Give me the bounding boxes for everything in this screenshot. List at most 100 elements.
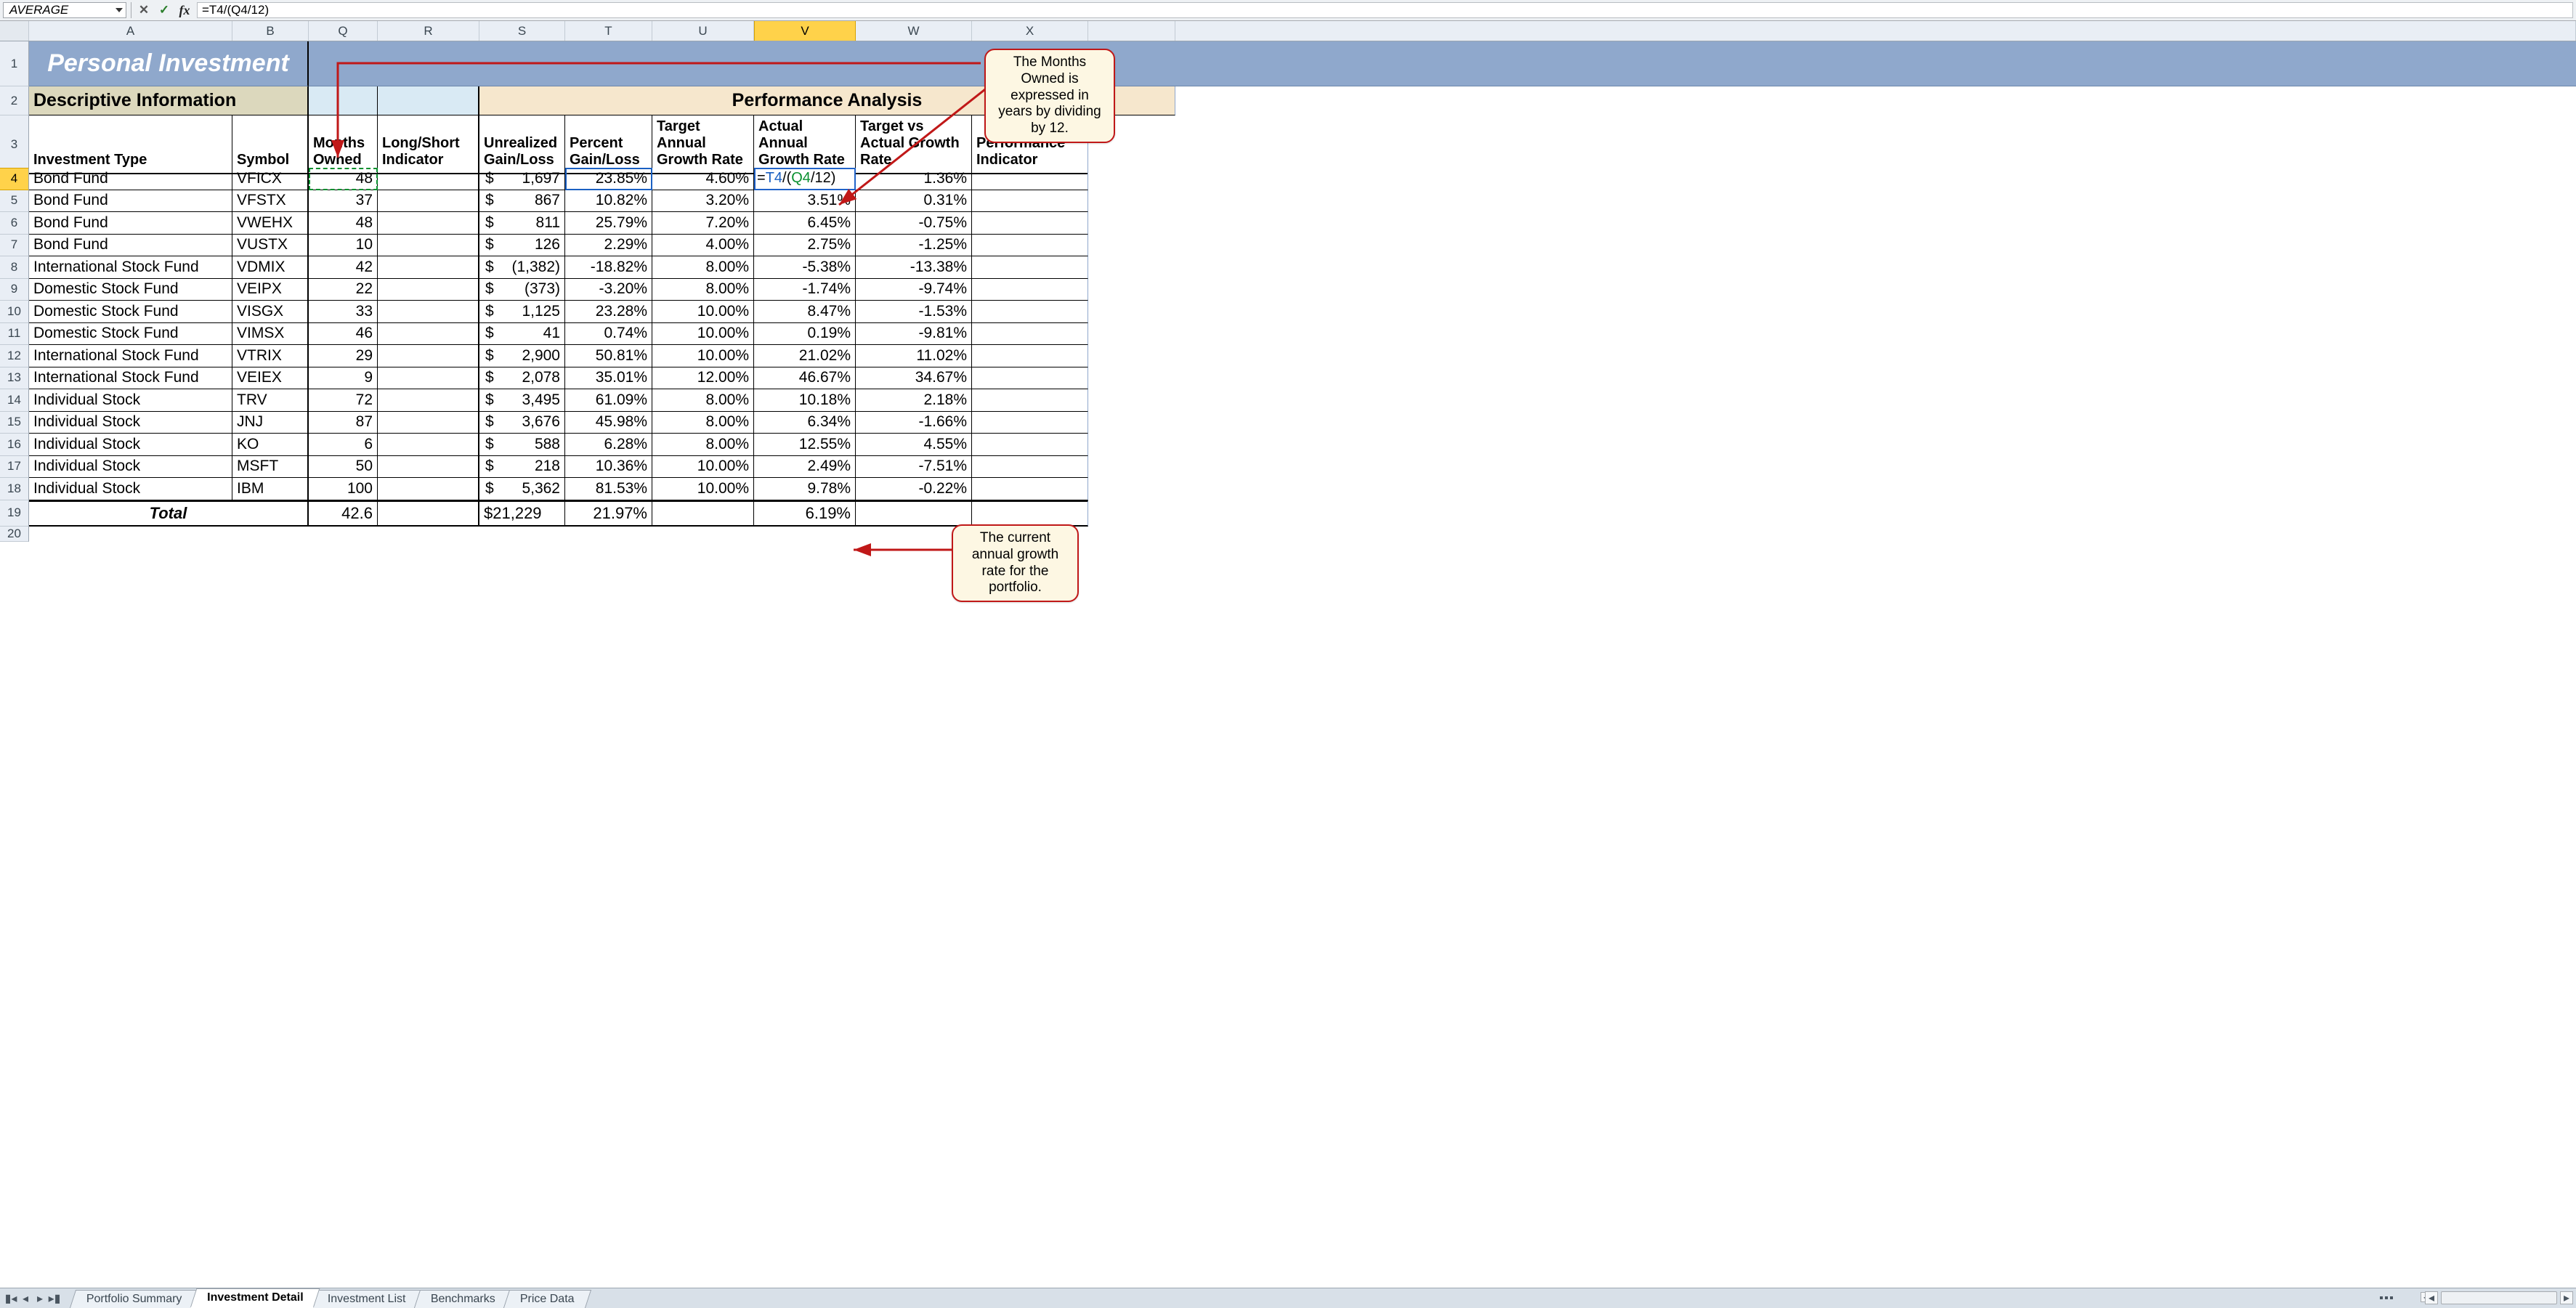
cell-target-annual[interactable]: 10.00% xyxy=(652,301,754,323)
cell-percent-gl[interactable]: 0.74% xyxy=(565,323,652,346)
column-header-R[interactable]: R xyxy=(378,21,479,41)
cell-target-annual[interactable]: 10.00% xyxy=(652,345,754,367)
cell-target-vs-actual[interactable]: 4.55% xyxy=(856,434,972,456)
row-header-9[interactable]: 9 xyxy=(0,279,29,301)
sheet-tab-price-data[interactable]: Price Data xyxy=(503,1290,591,1308)
row-header-3[interactable]: 3 xyxy=(0,115,29,174)
cell-actual-annual[interactable]: 2.49% xyxy=(754,456,856,479)
total-performance-indicator[interactable] xyxy=(972,500,1088,527)
cell-target-annual[interactable]: 8.00% xyxy=(652,389,754,412)
cell-target-vs-actual[interactable]: -9.81% xyxy=(856,323,972,346)
cell-months[interactable]: 87 xyxy=(309,412,378,434)
row-header-10[interactable]: 10 xyxy=(0,301,29,323)
cell-symbol[interactable]: VDMIX xyxy=(232,256,309,279)
cell-percent-gl[interactable]: 10.36% xyxy=(565,456,652,479)
cell-target-vs-actual[interactable]: -9.74% xyxy=(856,279,972,301)
cell-unrealized[interactable]: $218 xyxy=(479,456,565,479)
cell-target-annual[interactable]: 10.00% xyxy=(652,456,754,479)
cell-months[interactable]: 42 xyxy=(309,256,378,279)
enter-formula-button[interactable]: ✓ xyxy=(156,2,172,18)
cell-performance-indicator[interactable] xyxy=(972,412,1088,434)
hscroll-track[interactable] xyxy=(2441,1291,2557,1304)
tab-split-handle[interactable] xyxy=(2380,1293,2409,1303)
cell-percent-gl[interactable]: 25.79% xyxy=(565,212,652,235)
empty-cell[interactable] xyxy=(652,527,754,542)
cell-type[interactable]: Individual Stock xyxy=(29,434,232,456)
cell-unrealized[interactable]: $588 xyxy=(479,434,565,456)
cell-percent-gl[interactable]: -18.82% xyxy=(565,256,652,279)
cell-symbol[interactable]: VWEHX xyxy=(232,212,309,235)
total-target-vs-actual[interactable] xyxy=(856,500,972,527)
row-header-6[interactable]: 6 xyxy=(0,212,29,235)
cell-type[interactable]: Individual Stock xyxy=(29,412,232,434)
cell-symbol[interactable]: KO xyxy=(232,434,309,456)
row-header-8[interactable]: 8 xyxy=(0,256,29,279)
cell-long-short[interactable] xyxy=(378,323,479,346)
cell-unrealized[interactable]: $867 xyxy=(479,190,565,213)
cell-months[interactable]: 10 xyxy=(309,235,378,257)
empty-cell[interactable] xyxy=(232,527,309,542)
cell-symbol[interactable]: VEIPX xyxy=(232,279,309,301)
cell-type[interactable]: International Stock Fund xyxy=(29,367,232,390)
row-header-2[interactable]: 2 xyxy=(0,86,29,115)
empty-cell[interactable] xyxy=(309,527,378,542)
cell-actual-annual[interactable]: 6.34% xyxy=(754,412,856,434)
cell-percent-gl[interactable]: 61.09% xyxy=(565,389,652,412)
cancel-formula-button[interactable]: ✕ xyxy=(136,2,152,18)
cell-actual-annual[interactable]: -5.38% xyxy=(754,256,856,279)
cell-actual-annual-editing[interactable]: =T4/(Q4/12) xyxy=(754,168,856,190)
cell-target-annual[interactable]: 4.00% xyxy=(652,235,754,257)
cell-type[interactable]: Individual Stock xyxy=(29,478,232,500)
cell-months[interactable]: 22 xyxy=(309,279,378,301)
cell-percent-gl[interactable]: 6.28% xyxy=(565,434,652,456)
cell-months[interactable]: 6 xyxy=(309,434,378,456)
cell-performance-indicator[interactable] xyxy=(972,168,1088,190)
formula-input[interactable]: =T4/(Q4/12) xyxy=(197,2,2573,18)
name-box-dropdown-icon[interactable] xyxy=(116,8,123,12)
column-header-V[interactable]: V xyxy=(754,21,856,41)
cell-target-annual[interactable]: 7.20% xyxy=(652,212,754,235)
cell-type[interactable]: Bond Fund xyxy=(29,235,232,257)
cell-type[interactable]: International Stock Fund xyxy=(29,256,232,279)
cell-percent-gl[interactable]: 23.28% xyxy=(565,301,652,323)
cell-performance-indicator[interactable] xyxy=(972,345,1088,367)
column-header-U[interactable]: U xyxy=(652,21,754,41)
row-header-4[interactable]: 4 xyxy=(0,168,29,190)
cell-performance-indicator[interactable] xyxy=(972,434,1088,456)
cell-unrealized[interactable]: $(1,382) xyxy=(479,256,565,279)
hscroll-left-icon[interactable]: ◂ xyxy=(2425,1291,2438,1304)
cell-symbol[interactable]: VUSTX xyxy=(232,235,309,257)
cell-type[interactable]: Domestic Stock Fund xyxy=(29,301,232,323)
cell-symbol[interactable]: VFICX xyxy=(232,168,309,190)
cell-target-annual[interactable]: 8.00% xyxy=(652,434,754,456)
cell-percent-gl[interactable]: 50.81% xyxy=(565,345,652,367)
cell-percent-gl[interactable]: 35.01% xyxy=(565,367,652,390)
cell-actual-annual[interactable]: 21.02% xyxy=(754,345,856,367)
cell-target-annual[interactable]: 8.00% xyxy=(652,256,754,279)
sheet-tab-benchmarks[interactable]: Benchmarks xyxy=(414,1290,512,1308)
cell-long-short[interactable] xyxy=(378,279,479,301)
total-target-annual[interactable] xyxy=(652,500,754,527)
cell-target-annual[interactable]: 10.00% xyxy=(652,323,754,346)
cell-target-vs-actual[interactable]: 11.02% xyxy=(856,345,972,367)
cell-type[interactable]: Bond Fund xyxy=(29,190,232,213)
hscroll-right-icon[interactable]: ▸ xyxy=(2560,1291,2573,1304)
cell-long-short[interactable] xyxy=(378,412,479,434)
cell-target-vs-actual[interactable]: 1.36% xyxy=(856,168,972,190)
cell-unrealized[interactable]: $3,495 xyxy=(479,389,565,412)
column-header-X[interactable]: X xyxy=(972,21,1088,41)
cell-performance-indicator[interactable] xyxy=(972,323,1088,346)
cell-type[interactable]: Domestic Stock Fund xyxy=(29,279,232,301)
cell-long-short[interactable] xyxy=(378,389,479,412)
cell-actual-annual[interactable]: 9.78% xyxy=(754,478,856,500)
cell-symbol[interactable]: VFSTX xyxy=(232,190,309,213)
cell-unrealized[interactable]: $5,362 xyxy=(479,478,565,500)
cell-months[interactable]: 37 xyxy=(309,190,378,213)
cell-unrealized[interactable]: $(373) xyxy=(479,279,565,301)
cell-long-short[interactable] xyxy=(378,212,479,235)
cell-actual-annual[interactable]: 46.67% xyxy=(754,367,856,390)
cell-target-annual[interactable]: 12.00% xyxy=(652,367,754,390)
cell-symbol[interactable]: VISGX xyxy=(232,301,309,323)
cell-actual-annual[interactable]: 0.19% xyxy=(754,323,856,346)
cell-type[interactable]: International Stock Fund xyxy=(29,345,232,367)
